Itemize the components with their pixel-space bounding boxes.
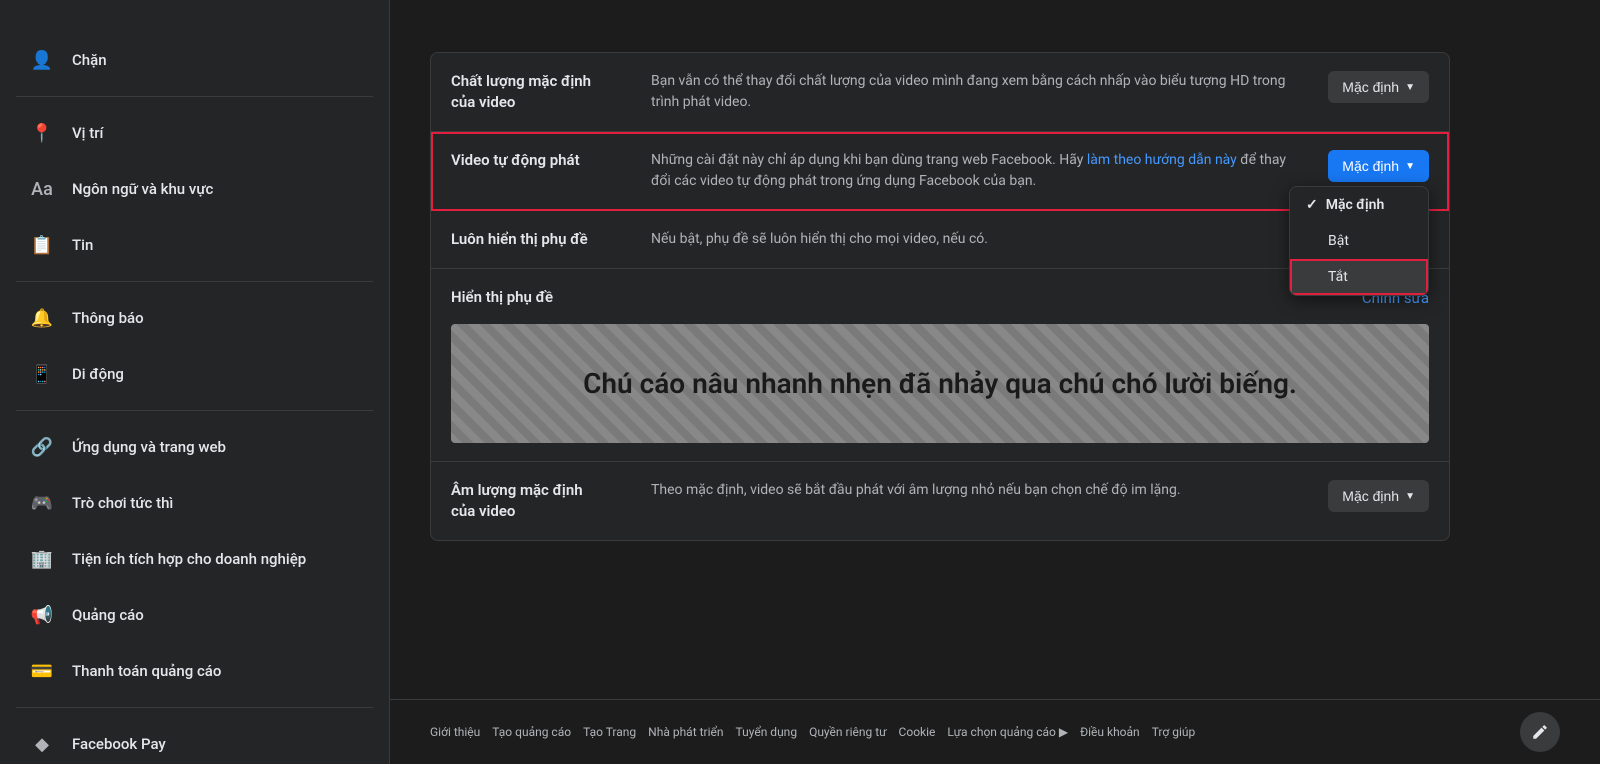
sidebar-item-label-ungDung: Ứng dụng và trang web xyxy=(72,438,226,456)
sidebar-divider xyxy=(16,707,373,708)
sidebar-icon-ngonNgu: Aa xyxy=(24,171,60,207)
sidebar-item-label-tienIch: Tiện ích tích hợp cho doanh nghiệp xyxy=(72,550,306,568)
volume-label: Âm lượng mặc địnhcủa video xyxy=(451,480,651,522)
sidebar-item-thongBao[interactable]: 🔔 Thông báo xyxy=(8,290,381,346)
sidebar-icon-thongBao: 🔔 xyxy=(24,300,60,336)
sidebar-item-label-facebookPay: Facebook Pay xyxy=(72,735,166,753)
sidebar-icon-troChoi: 🎮 xyxy=(24,485,60,521)
subtitle-preview-text: Chú cáo nâu nhanh nhẹn đã nhảy qua chú c… xyxy=(471,364,1409,403)
edit-icon[interactable] xyxy=(1520,712,1560,752)
sidebar: 👤 Chặn 📍 Vị trí Aa Ngôn ngữ và khu vực 📋 Tin 🔔 Th… xyxy=(0,0,390,764)
sidebar-item-troChoi[interactable]: 🎮 Trò chơi tức thì xyxy=(8,475,381,531)
option-label: Mặc định xyxy=(1326,197,1385,213)
footer-link-1[interactable]: Tạo quảng cáo xyxy=(492,725,571,739)
settings-section: Chất lượng mặc địnhcủa video Bạn vẫn có … xyxy=(430,52,1450,541)
sidebar-icon-diDong: 📱 xyxy=(24,356,60,392)
autoplay-label: Video tự động phát xyxy=(451,150,651,171)
sidebar-item-thanhToan[interactable]: 💳 Thanh toán quảng cáo xyxy=(8,643,381,699)
sidebar-item-viTri[interactable]: 📍 Vị trí xyxy=(8,105,381,161)
option-label: Tắt xyxy=(1328,269,1348,285)
sidebar-divider xyxy=(16,410,373,411)
chevron-down-icon: ▼ xyxy=(1405,491,1415,502)
footer-link-8[interactable]: Điều khoản xyxy=(1080,725,1140,739)
sidebar-item-quangCao[interactable]: 📢 Quảng cáo xyxy=(8,587,381,643)
autoplay-option-tat[interactable]: Tắt xyxy=(1290,259,1428,295)
subtitle-preview: Chú cáo nâu nhanh nhẹn đã nhảy qua chú c… xyxy=(451,324,1429,443)
volume-desc: Theo mặc định, video sẽ bắt đầu phát với… xyxy=(651,480,1308,501)
sidebar-item-diDong[interactable]: 📱 Di động xyxy=(8,346,381,402)
quality-label: Chất lượng mặc địnhcủa video xyxy=(451,71,651,113)
sidebar-icon-quangCao: 📢 xyxy=(24,597,60,633)
sidebar-item-chan[interactable]: 👤 Chặn xyxy=(8,32,381,88)
sidebar-item-tin[interactable]: 📋 Tin xyxy=(8,217,381,273)
autoplay-dropdown-label: Mặc định xyxy=(1342,158,1399,174)
footer-link-0[interactable]: Giới thiệu xyxy=(430,725,480,739)
sidebar-item-ungDung[interactable]: 🔗 Ứng dụng và trang web xyxy=(8,419,381,475)
sidebar-item-ngonNgu[interactable]: Aa Ngôn ngữ và khu vực xyxy=(8,161,381,217)
subtitle-display-row: Hiển thị phụ đề Chỉnh sửa Chú cáo nâu nh… xyxy=(431,269,1449,462)
autoplay-desc: Những cài đặt này chỉ áp dụng khi bạn dù… xyxy=(651,150,1308,192)
volume-row: Âm lượng mặc địnhcủa video Theo mặc định… xyxy=(431,462,1449,540)
sidebar-item-label-viTri: Vị trí xyxy=(72,124,103,142)
autoplay-guide-link[interactable]: làm theo hướng dẫn này xyxy=(1087,152,1237,168)
autoplay-option-bat[interactable]: Bật xyxy=(1290,223,1428,259)
sidebar-divider xyxy=(16,96,373,97)
autoplay-dropdown-wrapper: Mặc định ▼ ✓ Mặc định xyxy=(1328,150,1429,182)
autoplay-row: Video tự động phát Những cài đặt này chỉ… xyxy=(431,132,1449,211)
footer-link-4[interactable]: Tuyển dụng xyxy=(736,725,798,739)
footer-link-6[interactable]: Cookie xyxy=(899,725,936,739)
sidebar-item-label-troChoi: Trò chơi tức thì xyxy=(72,494,173,512)
quality-action: Mặc định ▼ xyxy=(1328,71,1429,103)
sidebar-item-label-tin: Tin xyxy=(72,236,93,254)
autoplay-option-macdinh[interactable]: ✓ Mặc định xyxy=(1290,187,1428,223)
sidebar-item-label-thanhToan: Thanh toán quảng cáo xyxy=(72,662,221,680)
autoplay-dropdown-btn[interactable]: Mặc định ▼ xyxy=(1328,150,1429,182)
subtitle-display-label: Hiển thị phụ đề xyxy=(451,287,651,308)
check-icon: ✓ xyxy=(1306,197,1318,213)
autoplay-dropdown-menu: ✓ Mặc định Bật Tắt xyxy=(1289,186,1429,296)
sidebar-item-label-quangCao: Quảng cáo xyxy=(72,606,144,624)
sidebar-title xyxy=(0,0,389,32)
quality-dropdown-label: Mặc định xyxy=(1342,79,1399,95)
footer-link-7[interactable]: Lựa chọn quảng cáo ▶ xyxy=(947,725,1068,739)
footer: Giới thiệu Tạo quảng cáo Tạo Trang Nhà phát… xyxy=(390,699,1600,764)
footer-link-9[interactable]: Trợ giúp xyxy=(1152,725,1196,739)
sidebar-item-label-diDong: Di động xyxy=(72,365,124,383)
quality-row: Chất lượng mặc địnhcủa video Bạn vẫn có … xyxy=(431,53,1449,132)
sidebar-divider xyxy=(16,281,373,282)
footer-link-5[interactable]: Quyền riêng tư xyxy=(809,725,886,739)
sidebar-item-label-chan: Chặn xyxy=(72,51,107,69)
main-content: Chất lượng mặc địnhcủa video Bạn vẫn có … xyxy=(390,0,1600,699)
footer-link-3[interactable]: Nhà phát triển xyxy=(648,725,723,739)
chevron-down-icon: ▼ xyxy=(1405,82,1415,93)
chevron-down-icon: ▼ xyxy=(1405,161,1415,172)
option-label: Bật xyxy=(1328,233,1349,249)
quality-dropdown-btn[interactable]: Mặc định ▼ xyxy=(1328,71,1429,103)
autoplay-action: Mặc định ▼ ✓ Mặc định xyxy=(1328,150,1429,182)
volume-action: Mặc định ▼ xyxy=(1328,480,1429,512)
sidebar-icon-thanhToan: 💳 xyxy=(24,653,60,689)
sidebar-icon-tin: 📋 xyxy=(24,227,60,263)
volume-dropdown-btn[interactable]: Mặc định ▼ xyxy=(1328,480,1429,512)
sidebar-icon-facebookPay: ◆ xyxy=(24,726,60,762)
sidebar-icon-chan: 👤 xyxy=(24,42,60,78)
sidebar-icon-viTri: 📍 xyxy=(24,115,60,151)
footer-link-2[interactable]: Tạo Trang xyxy=(583,725,636,739)
sidebar-item-facebookPay[interactable]: ◆ Facebook Pay xyxy=(8,716,381,764)
sidebar-item-label-ngonNgu: Ngôn ngữ và khu vực xyxy=(72,180,213,198)
sidebar-item-label-thongBao: Thông báo xyxy=(72,309,144,327)
sidebar-icon-tienIch: 🏢 xyxy=(24,541,60,577)
quality-desc: Bạn vẫn có thể thay đổi chất lượng của v… xyxy=(651,71,1308,113)
sidebar-item-tienIch[interactable]: 🏢 Tiện ích tích hợp cho doanh nghiệp xyxy=(8,531,381,587)
subtitle-always-label: Luôn hiển thị phụ đề xyxy=(451,229,651,250)
sidebar-icon-ungDung: 🔗 xyxy=(24,429,60,465)
volume-dropdown-label: Mặc định xyxy=(1342,488,1399,504)
